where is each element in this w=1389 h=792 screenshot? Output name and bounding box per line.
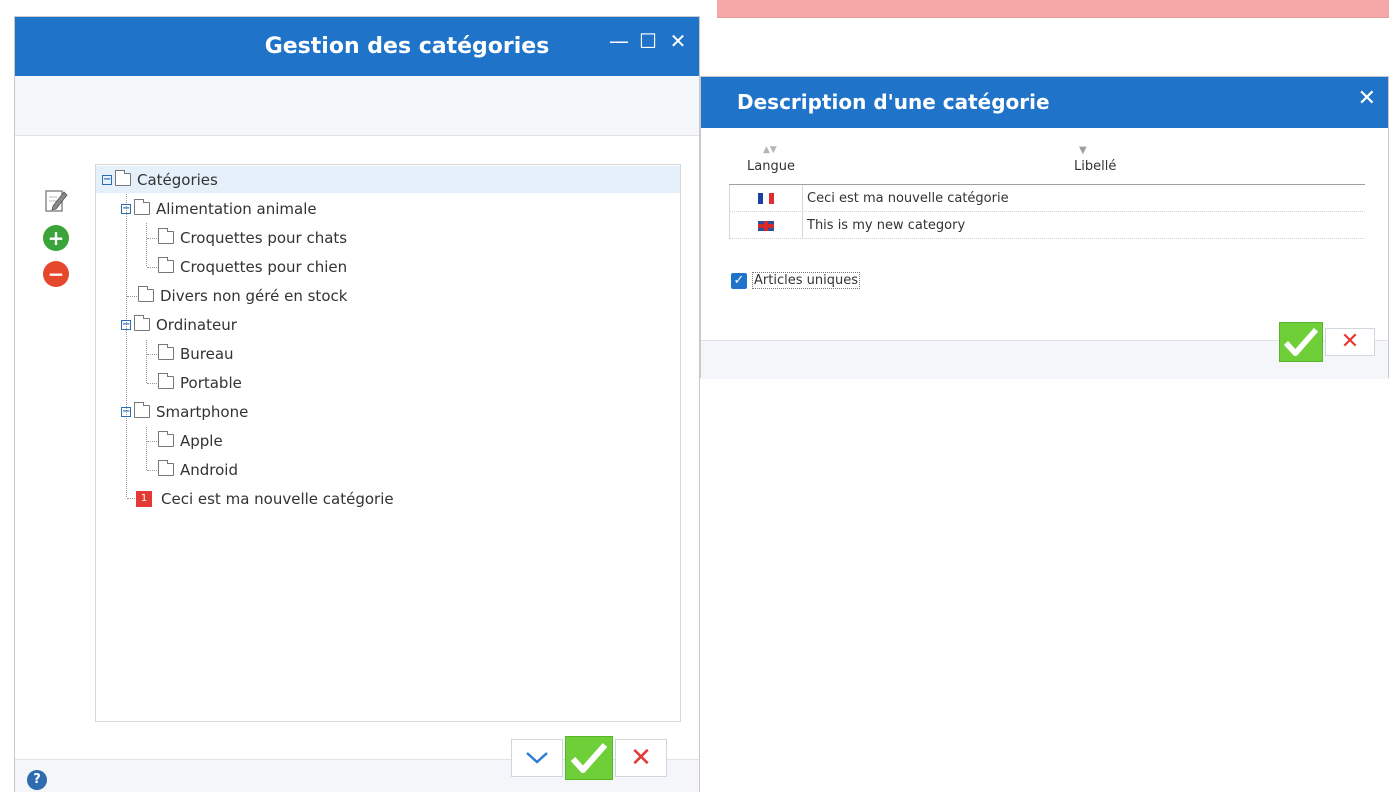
fr-flag-icon — [758, 193, 774, 204]
label-cell[interactable]: This is my new category — [807, 218, 965, 233]
tree-node-android[interactable]: Android — [158, 456, 238, 483]
dialog-buttons: ✕ — [1279, 322, 1377, 362]
tree-node-croquettes-chats[interactable]: Croquettes pour chats — [158, 224, 347, 251]
checkbox-label[interactable]: Articles uniques — [752, 272, 860, 289]
new-item-badge: 1 — [136, 490, 152, 507]
confirm-button[interactable] — [565, 736, 613, 780]
remove-icon: − — [43, 261, 69, 287]
close-icon[interactable]: ✕ — [1358, 88, 1376, 110]
tree-node-label: Android — [180, 460, 238, 479]
toolbar-area — [15, 76, 699, 136]
unique-articles-checkbox[interactable]: ✓ — [731, 272, 747, 289]
label-cell[interactable]: Ceci est ma nouvelle catégorie — [807, 191, 1009, 206]
window-title: Gestion des catégories — [264, 34, 550, 59]
uk-flag-icon — [758, 220, 774, 231]
folder-icon — [158, 460, 174, 476]
tree-connector — [127, 498, 135, 499]
folder-icon — [158, 257, 174, 273]
checkmark-icon — [1283, 327, 1319, 357]
tree-node-bureau[interactable]: Bureau — [158, 340, 234, 367]
tree-connector — [146, 223, 147, 266]
confirm-button[interactable] — [1279, 322, 1323, 362]
maximize-icon[interactable]: ☐ — [639, 31, 657, 51]
tree-node-label: Smartphone — [156, 402, 249, 421]
table-row[interactable]: This is my new category — [729, 212, 1365, 239]
tree-node-label: Apple — [180, 431, 223, 450]
folder-icon — [158, 431, 174, 447]
collapse-icon[interactable]: − — [121, 319, 131, 330]
tree-node-ordinateur[interactable]: − Ordinateur — [121, 311, 237, 338]
collapse-icon[interactable]: − — [121, 406, 131, 417]
tree-node-label: Ceci est ma nouvelle catégorie — [161, 489, 394, 508]
folder-icon — [138, 286, 154, 302]
add-icon: + — [43, 225, 69, 251]
close-icon: ✕ — [1340, 329, 1360, 354]
expand-button[interactable] — [511, 739, 563, 777]
minimize-icon[interactable]: — — [609, 31, 629, 51]
folder-icon — [134, 315, 150, 331]
chevron-down-icon — [526, 752, 548, 764]
folder-icon — [158, 373, 174, 389]
tree-node-nouvelle-categorie[interactable]: 1 Ceci est ma nouvelle catégorie — [136, 485, 394, 512]
filter-icon[interactable]: ▼ — [1079, 145, 1087, 156]
table-row[interactable]: Ceci est ma nouvelle catégorie — [729, 185, 1365, 212]
tree-node-croquettes-chien[interactable]: Croquettes pour chien — [158, 253, 347, 280]
tree-node-categories[interactable]: − Catégories — [96, 166, 680, 193]
tree-connector — [126, 194, 127, 497]
column-header-libelle[interactable]: Libellé — [1074, 159, 1116, 174]
column-header-langue[interactable]: Langue — [747, 159, 795, 174]
folder-icon — [134, 199, 150, 215]
language-cell — [729, 185, 803, 212]
window-titlebar[interactable]: Gestion des catégories — ☐ ✕ — [15, 17, 699, 76]
tree-node-label: Croquettes pour chats — [180, 228, 348, 247]
tree-node-label: Bureau — [180, 344, 234, 363]
tree-node-alimentation[interactable]: − Alimentation animale — [121, 195, 317, 222]
edit-icon — [45, 190, 68, 212]
translations-grid: ▲▼ Langue ▼ Libellé Ceci est ma nouvelle… — [729, 139, 1365, 239]
tree-node-apple[interactable]: Apple — [158, 427, 223, 454]
tree-node-label: Divers non géré en stock — [160, 286, 348, 305]
cancel-button[interactable]: ✕ — [615, 739, 667, 777]
tree-connector — [146, 427, 147, 470]
tree-node-smartphone[interactable]: − Smartphone — [121, 398, 248, 425]
tree-node-label: Portable — [180, 373, 242, 392]
tree-node-label: Catégories — [137, 170, 218, 189]
unique-articles-checkbox-row[interactable]: ✓ Articles uniques — [731, 272, 860, 289]
background-alert-bar — [717, 0, 1389, 18]
dialog-buttons: ✕ — [511, 736, 669, 780]
tree-node-label: Ordinateur — [156, 315, 237, 334]
tree-connector — [146, 340, 147, 383]
dialog-titlebar[interactable]: Description d'une catégorie ✕ — [701, 77, 1388, 128]
tree-node-divers[interactable]: Divers non géré en stock — [138, 282, 347, 309]
add-category-button[interactable]: + — [41, 223, 71, 253]
folder-icon — [115, 170, 131, 186]
grid-header: ▲▼ Langue ▼ Libellé — [729, 139, 1365, 185]
cancel-button[interactable]: ✕ — [1325, 328, 1375, 356]
category-description-dialog: Description d'une catégorie ✕ ▲▼ Langue … — [700, 76, 1389, 379]
folder-icon — [134, 402, 150, 418]
close-icon[interactable]: ✕ — [669, 31, 687, 51]
dialog-title: Description d'une catégorie — [737, 90, 1050, 114]
category-management-window: Gestion des catégories — ☐ ✕ + − − Catég… — [14, 16, 700, 792]
help-icon[interactable]: ? — [27, 770, 47, 790]
folder-icon — [158, 344, 174, 360]
tree-node-portable[interactable]: Portable — [158, 369, 242, 396]
language-cell — [729, 212, 803, 239]
collapse-icon[interactable]: − — [102, 174, 112, 185]
sort-icon[interactable]: ▲▼ — [763, 145, 777, 155]
tree-node-label: Alimentation animale — [156, 199, 317, 218]
collapse-icon[interactable]: − — [121, 203, 131, 214]
category-tree: − Catégories − Alimentation animale Croq… — [95, 164, 681, 722]
edit-button[interactable] — [41, 185, 71, 215]
checkmark-icon — [570, 743, 608, 773]
close-icon: ✕ — [630, 743, 652, 773]
remove-category-button[interactable]: − — [41, 259, 71, 289]
tree-node-label: Croquettes pour chien — [180, 257, 348, 276]
folder-icon — [158, 228, 174, 244]
window-controls: — ☐ ✕ — [609, 31, 687, 51]
